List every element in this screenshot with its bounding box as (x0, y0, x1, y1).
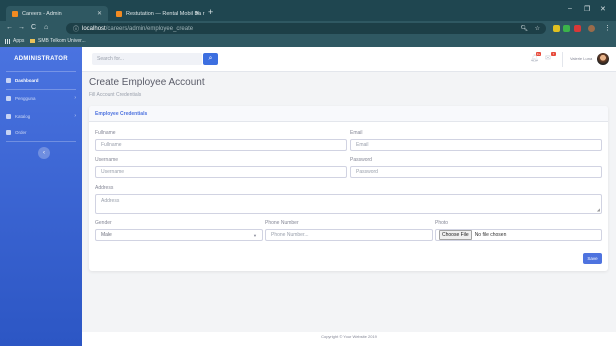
minimize-icon[interactable]: – (568, 5, 572, 12)
save-button[interactable]: Save (583, 253, 602, 264)
card-title: Employee Credentials (89, 106, 608, 122)
fullname-label: Fullname (95, 130, 116, 136)
tab-title: Restutation — Rental Mobil Ba r (126, 10, 205, 17)
sidebar-divider (6, 89, 76, 90)
phone-label: Phone Number (265, 220, 299, 226)
topbar: Search for... ⌕ 🔔︎ 3+ ✉ 7 Valerie Luna (82, 47, 616, 72)
browser-toolbar: ← → C ⌂ ⓘ localhost /careers/admin/emplo… (0, 21, 616, 36)
zoom-icon[interactable]: 🔍︎ (520, 25, 528, 32)
close-tab-icon[interactable]: ✕ (97, 10, 102, 17)
address-placeholder: Address (101, 198, 120, 204)
bookmark-apps[interactable]: Apps (13, 38, 24, 44)
sidebar-divider (6, 141, 76, 142)
extension-icon[interactable] (574, 25, 581, 32)
email-field[interactable]: Email (350, 139, 602, 151)
sidebar-item-katalog[interactable]: Katalog › (0, 109, 82, 123)
address-textarea[interactable]: Address ◢ (95, 194, 602, 214)
avatar[interactable] (597, 53, 609, 65)
order-icon (6, 129, 11, 135)
address-label: Address (95, 185, 114, 191)
gender-select[interactable]: Male ▼ (95, 229, 263, 241)
fullname-field[interactable]: Fullname (95, 139, 347, 151)
maximize-icon[interactable]: ❐ (584, 5, 590, 13)
username-label: Username (95, 157, 119, 163)
envelope-icon[interactable]: ✉ (545, 54, 551, 62)
search-icon: ⌕ (208, 55, 213, 62)
info-icon[interactable]: ⓘ (73, 24, 79, 33)
choose-file-button[interactable]: Choose File (439, 230, 472, 240)
browser-tab-careers[interactable]: Careers - Admin ✕ (6, 6, 108, 21)
browser-tab-restutation[interactable]: Restutation — Rental Mobil Ba r ✕ (110, 6, 206, 21)
gender-label: Gender (95, 220, 112, 226)
photo-label: Photo (435, 220, 449, 226)
back-icon[interactable]: ← (6, 24, 13, 31)
sidebar-item-pengguna[interactable]: Pengguna › (0, 91, 82, 105)
topbar-divider (562, 52, 563, 67)
resize-handle-icon[interactable]: ◢ (597, 207, 600, 212)
employee-credentials-card: Employee Credentials Fullname Fullname E… (89, 106, 608, 271)
url-path: /careers/admin/employee_create (105, 25, 194, 32)
extension-icon[interactable] (553, 25, 560, 32)
sidebar-item-label: Pengguna (15, 95, 36, 101)
chevron-down-icon: ▼ (253, 232, 257, 238)
catalog-icon (6, 113, 11, 119)
bookmark-star-icon[interactable]: ☆ (535, 25, 540, 32)
browser-tab-bar: Careers - Admin ✕ Restutation — Rental M… (0, 0, 616, 21)
page-title: Create Employee Account (89, 77, 205, 88)
dashboard-icon (6, 77, 11, 83)
users-icon (6, 95, 11, 101)
tab-title: Careers - Admin (22, 10, 62, 17)
chevron-right-icon: › (74, 95, 76, 101)
address-bar[interactable]: ⓘ localhost /careers/admin/employee_crea… (66, 23, 546, 34)
reload-icon[interactable]: C (31, 24, 36, 31)
messages-badge: 7 (551, 52, 556, 56)
extension-icon[interactable] (563, 25, 570, 32)
phone-field[interactable]: Phone Number... (265, 229, 433, 241)
bookmark-folder-icon (30, 39, 35, 43)
chevron-right-icon: › (74, 113, 76, 119)
search-button[interactable]: ⌕ (203, 53, 218, 65)
home-icon[interactable]: ⌂ (44, 24, 48, 31)
sidebar-item-order[interactable]: Order (0, 125, 82, 139)
close-tab-icon[interactable]: ✕ (195, 10, 200, 17)
sidebar-toggle-button[interactable]: ‹ (38, 147, 50, 159)
alerts-badge: 3+ (536, 52, 541, 56)
sidebar-item-label: Order (15, 129, 27, 135)
sidebar-item-dashboard[interactable]: Dashboard (0, 73, 82, 87)
email-label: Email (350, 130, 363, 136)
gender-value: Male (101, 232, 112, 238)
forward-icon[interactable]: → (18, 24, 25, 31)
file-status: No file chosen (474, 232, 507, 238)
new-tab-icon[interactable]: + (208, 7, 213, 17)
sidebar-item-label: Katalog (15, 113, 31, 119)
bookmark-smb-telkom[interactable]: SMB Telkom Univer... (38, 38, 86, 44)
footer: Copyright © Your Website 2019 (82, 332, 616, 346)
user-name[interactable]: Valerie Luna (570, 56, 592, 61)
password-label: Password (350, 157, 372, 163)
photo-file-input[interactable]: Choose File No file chosen (435, 229, 602, 241)
sidebar: ADMINISTRATOR Dashboard Pengguna › Katal… (0, 47, 82, 346)
username-field[interactable]: Username (95, 166, 347, 178)
favicon-icon (116, 10, 122, 17)
close-window-icon[interactable]: ✕ (600, 5, 606, 13)
sidebar-item-label: Dashboard (15, 77, 39, 83)
sidebar-divider (6, 71, 76, 72)
apps-icon[interactable] (5, 39, 10, 44)
password-field[interactable]: Password (350, 166, 602, 178)
favicon-icon (12, 10, 18, 17)
url-host: localhost (82, 25, 106, 32)
bookmarks-bar: Apps SMB Telkom Univer... (0, 36, 616, 47)
search-input[interactable]: Search for... (92, 53, 202, 65)
menu-icon[interactable]: ⋮ (604, 24, 611, 32)
page-subtitle: Fill Account Credentials (89, 92, 142, 98)
profile-icon[interactable] (588, 25, 595, 32)
sidebar-brand[interactable]: ADMINISTRATOR (0, 47, 82, 71)
